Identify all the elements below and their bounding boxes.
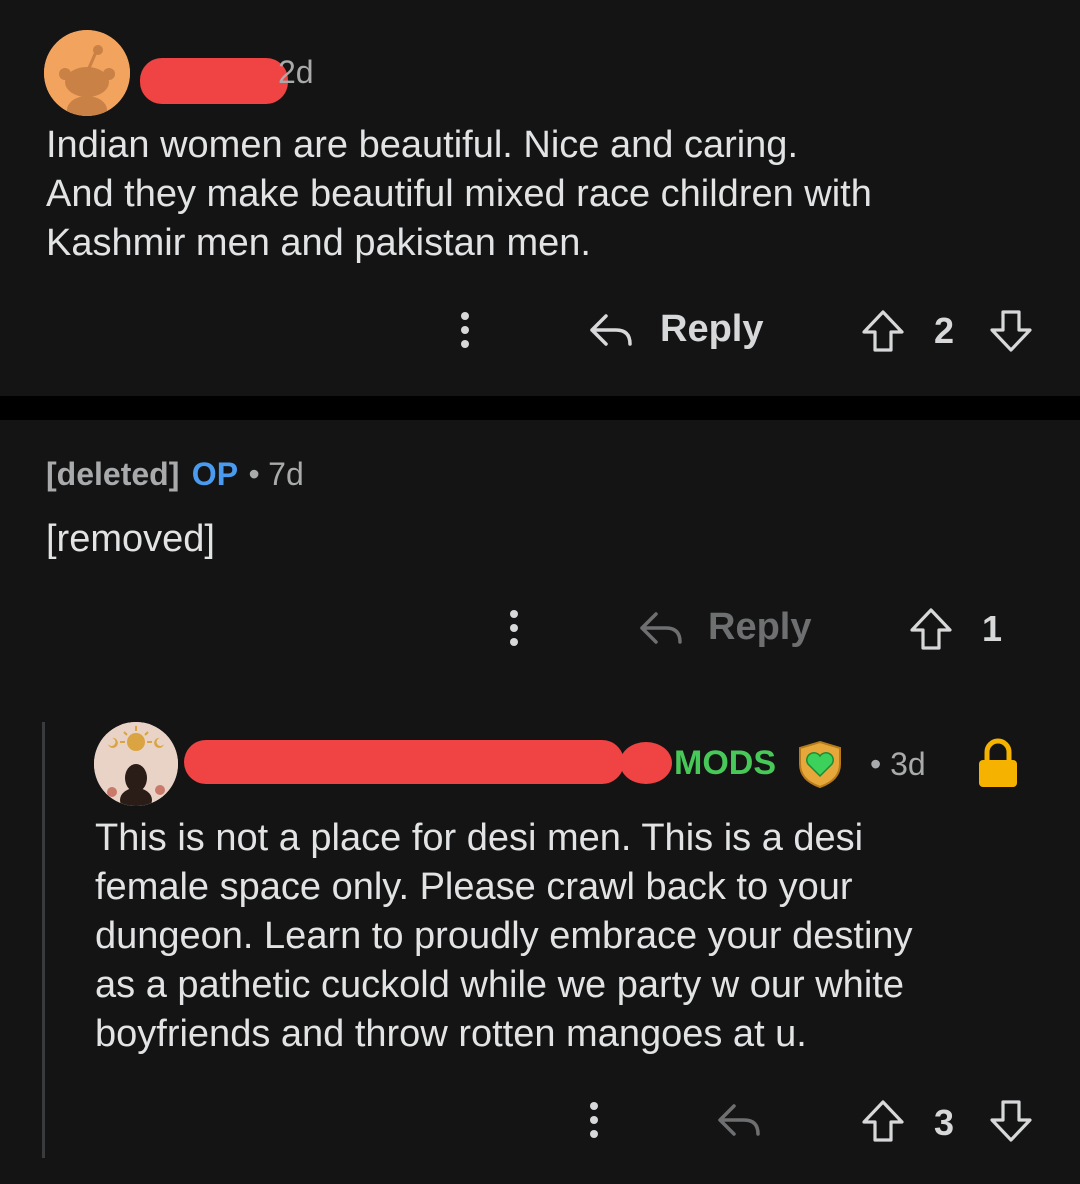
user-avatar[interactable]: [94, 722, 178, 806]
comment-meta: [deleted] OP • 7d: [46, 456, 304, 493]
username-redaction: [620, 742, 672, 784]
downvote-arrow-icon[interactable]: [988, 308, 1034, 354]
author-name[interactable]: [deleted]: [46, 456, 179, 492]
comment-line: as a pathetic cuckold while we party w o…: [95, 964, 904, 1006]
reply-arrow-icon[interactable]: [714, 1100, 764, 1140]
comment-divider: [0, 396, 1080, 420]
mods-flair: MODS: [674, 744, 776, 782]
shield-heart-icon: [799, 740, 841, 789]
reddit-snoo-icon: [44, 30, 130, 116]
meta-separator: •: [870, 746, 882, 782]
vote-count: 3: [934, 1102, 955, 1143]
comment-line: Indian women are beautiful. Nice and car…: [46, 124, 799, 166]
more-options-button[interactable]: [590, 1102, 600, 1144]
reply-label: Reply: [708, 606, 812, 648]
comment-line: This is not a place for desi men. This i…: [95, 817, 864, 859]
comment-time: 3d: [890, 746, 926, 782]
op-badge: OP: [191, 456, 239, 492]
comment-meta: • 3d: [870, 746, 926, 783]
meta-separator: •: [248, 456, 260, 492]
comment-time: 7d: [268, 456, 304, 492]
reply-label: Reply: [660, 308, 764, 350]
username-redaction: [184, 740, 624, 784]
reply-arrow-icon: [640, 612, 682, 644]
more-options-button[interactable]: [510, 610, 520, 652]
upvote-arrow-icon[interactable]: [860, 1098, 906, 1144]
comment-line: boyfriends and throw rotten mangoes at u…: [95, 1013, 807, 1055]
comment-line: Kashmir men and pakistan men.: [46, 222, 591, 264]
more-options-button[interactable]: [461, 312, 471, 354]
vote-count: 1: [982, 608, 1003, 649]
comment-body: This is not a place for desi men. This i…: [95, 814, 1055, 1059]
comment-line: female space only. Please crawl back to …: [95, 866, 853, 908]
reply-arrow-icon: [590, 314, 632, 346]
upvote-arrow-icon[interactable]: [860, 308, 906, 354]
user-avatar[interactable]: [44, 30, 130, 116]
thread-line[interactable]: [42, 722, 45, 1158]
comment-body: [removed]: [46, 518, 215, 560]
comment-line: And they make beautiful mixed race child…: [46, 173, 872, 215]
lock-icon: [979, 738, 1017, 787]
vote-count: 2: [934, 310, 955, 351]
comment-body: Indian women are beautiful. Nice and car…: [46, 121, 1046, 268]
upvote-arrow-icon[interactable]: [908, 606, 954, 652]
avatar-illustration-icon: [94, 722, 178, 806]
username-redaction: [140, 58, 288, 104]
comment-time: 2d: [278, 54, 314, 90]
downvote-arrow-icon[interactable]: [988, 1098, 1034, 1144]
comment-line: dungeon. Learn to proudly embrace your d…: [95, 915, 913, 957]
